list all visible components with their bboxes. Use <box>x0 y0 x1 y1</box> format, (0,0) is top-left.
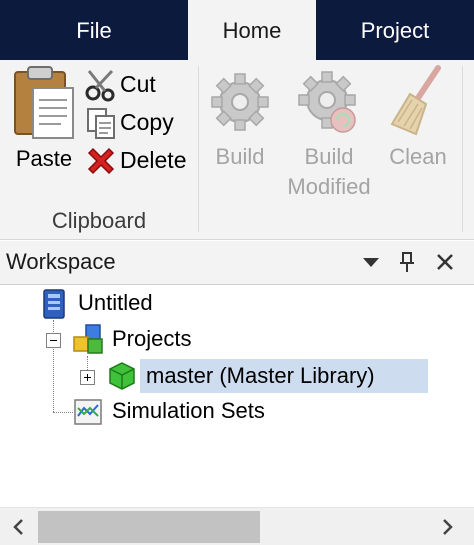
tree-connector <box>53 412 73 413</box>
expand-toggle[interactable] <box>80 370 95 385</box>
cut-button[interactable]: Cut <box>84 66 196 102</box>
copy-label: Copy <box>120 109 174 135</box>
close-icon[interactable] <box>432 249 458 275</box>
build-modified-label-line2: Modified <box>287 174 371 199</box>
group-divider <box>198 66 199 232</box>
collapse-toggle[interactable] <box>46 333 61 348</box>
build-modified-label-line1: Build <box>304 144 354 169</box>
paste-label: Paste <box>15 146 73 171</box>
clipboard-group-label: Clipboard <box>51 208 147 233</box>
build-modified-button[interactable]: Build Modified <box>278 64 380 202</box>
build-label: Build <box>215 144 265 169</box>
gear-refresh-icon <box>298 71 356 133</box>
copy-icon <box>87 108 115 139</box>
gear-icon <box>211 73 269 131</box>
group-divider <box>462 66 463 232</box>
delete-label: Delete <box>120 147 187 173</box>
ribbon-tab-bar: File Home Project <box>0 0 474 60</box>
tree-node-projects[interactable]: Projects <box>112 322 191 356</box>
horizontal-scrollbar[interactable] <box>0 507 474 545</box>
tree-node-untitled[interactable]: Untitled <box>78 286 153 320</box>
tab-file[interactable]: File <box>0 0 188 60</box>
pin-icon[interactable] <box>394 249 420 275</box>
broom-icon <box>390 65 441 136</box>
library-cube-icon <box>109 362 135 390</box>
dropdown-arrow-icon[interactable] <box>358 249 384 275</box>
build-button[interactable]: Build <box>204 64 276 172</box>
tree-node-simulation-sets[interactable]: Simulation Sets <box>112 394 265 428</box>
clean-label: Clean <box>389 144 447 169</box>
scroll-right-icon[interactable] <box>436 516 458 538</box>
copy-button[interactable]: Copy <box>84 104 196 140</box>
scroll-left-icon[interactable] <box>8 516 30 538</box>
projects-cubes-icon <box>73 324 103 354</box>
workspace-tree: Untitled Projects master (Master Library… <box>0 286 474 508</box>
tab-home[interactable]: Home <box>188 0 316 60</box>
cut-label: Cut <box>120 71 156 97</box>
simulation-sets-icon <box>74 399 102 425</box>
ribbon-panel: Paste Cut Copy Delete Clipboard Build Bu… <box>0 60 474 240</box>
workspace-title: Workspace <box>6 249 116 274</box>
workspace-title-bar: Workspace <box>0 241 474 285</box>
paste-button[interactable]: Paste <box>8 64 80 174</box>
tree-node-master[interactable]: master (Master Library) <box>140 359 428 393</box>
scissors-icon <box>85 69 115 102</box>
delete-button[interactable]: Delete <box>84 142 196 178</box>
clean-button[interactable]: Clean <box>382 64 454 172</box>
workspace-computer-icon <box>43 289 65 319</box>
scrollbar-thumb[interactable] <box>38 511 260 543</box>
delete-x-icon <box>87 147 115 175</box>
paste-icon <box>14 66 74 139</box>
tab-project[interactable]: Project <box>316 0 474 60</box>
